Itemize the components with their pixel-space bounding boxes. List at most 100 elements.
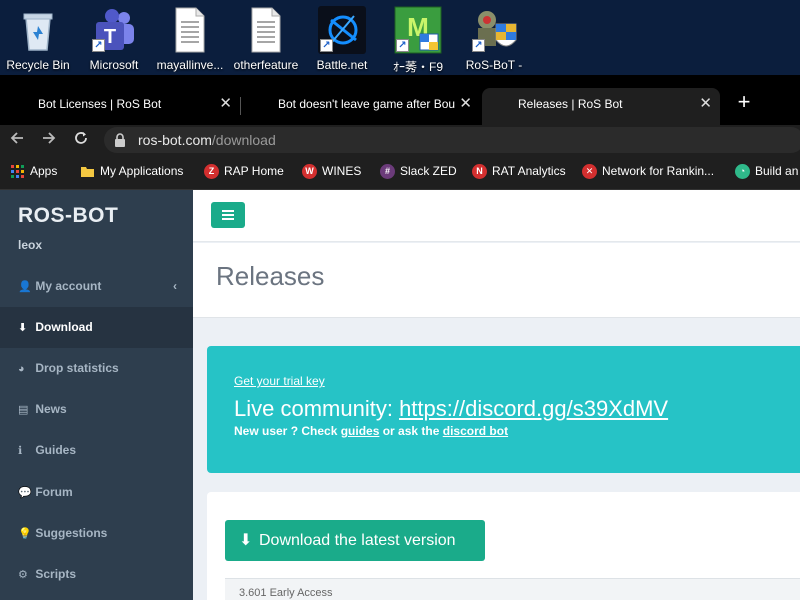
bookmark-my-applications[interactable]: My Applications bbox=[80, 155, 183, 187]
discord-bot-link[interactable]: discord bot bbox=[443, 424, 508, 438]
community-prefix: Live community: bbox=[234, 396, 400, 421]
url-text: ros-bot.com/download bbox=[138, 127, 276, 153]
sidebar-item-suggestions[interactable]: 💡 Suggestions bbox=[0, 513, 193, 554]
bookmark-label: RAP Home bbox=[224, 164, 284, 178]
shortcut-arrow-icon: ↗ bbox=[92, 39, 105, 52]
sidebar-item-label: News bbox=[35, 402, 67, 416]
sidebar-item-label: Guides bbox=[35, 443, 77, 457]
wines-icon: W bbox=[302, 164, 317, 179]
back-button[interactable] bbox=[6, 129, 28, 151]
desktop-icon-f9-app[interactable]: M ↗ ｵｰ莠・F9 bbox=[380, 6, 456, 74]
desktop-icon-recycle-bin[interactable]: Recycle Bin bbox=[0, 6, 76, 74]
new-tab-button[interactable]: + bbox=[734, 88, 754, 116]
rosbot-app-icon: ↗ bbox=[470, 6, 518, 54]
close-tab-icon[interactable]: ✕ bbox=[699, 88, 712, 120]
bookmark-apps[interactable]: Apps bbox=[10, 155, 57, 187]
desktop-icon-microsoft[interactable]: T ↗ Microsoft bbox=[76, 6, 152, 74]
address-bar-row: ros-bot.com/download bbox=[0, 125, 800, 155]
discord-invite-link[interactable]: https://discord.gg/s39XdMV bbox=[399, 396, 668, 421]
app-icon: M ↗ bbox=[394, 6, 442, 54]
hamburger-icon bbox=[222, 210, 234, 212]
slack-icon: # bbox=[380, 164, 395, 179]
reload-icon bbox=[75, 132, 87, 144]
desktop-icon-document-2[interactable]: otherfeature bbox=[228, 6, 304, 74]
network-icon: ✕ bbox=[582, 164, 597, 179]
bookmark-wines[interactable]: W WINES bbox=[302, 155, 361, 187]
page-title: Releases bbox=[216, 261, 325, 291]
sidebar-item-scripts[interactable]: ⚙ Scripts bbox=[0, 554, 193, 595]
desktop-icon-label: mayallinve... bbox=[156, 58, 224, 72]
recycle-bin-icon bbox=[14, 6, 62, 54]
desktop-icon-battlenet[interactable]: ↗ Battle.net bbox=[304, 6, 380, 74]
shortcut-arrow-icon: ↗ bbox=[472, 39, 485, 52]
live-community-text: Live community: https://discord.gg/s39Xd… bbox=[234, 396, 668, 422]
main-content: Releases Get your trial key Live communi… bbox=[193, 190, 800, 600]
new-user-text: New user ? Check guides or ask the disco… bbox=[234, 424, 508, 438]
reload-button[interactable] bbox=[70, 129, 92, 151]
page-header: Releases bbox=[193, 243, 800, 318]
bookmark-label: Network for Rankin... bbox=[602, 164, 715, 178]
rap-icon: Z bbox=[204, 164, 219, 179]
sidebar-item-news[interactable]: ▤ News bbox=[0, 389, 193, 430]
trial-key-link[interactable]: Get your trial key bbox=[234, 374, 325, 388]
sidebar-item-guides[interactable]: ℹ Guides bbox=[0, 430, 193, 471]
download-panel: ⬇ Download the latest version 3.601 Early… bbox=[207, 492, 800, 600]
chevron-left-icon: ‹ bbox=[173, 279, 177, 293]
sidebar: ROS-BOT leox 👤 My account ‹ ⬇ Download ◕… bbox=[0, 190, 193, 600]
tab-title: Bot doesn't leave game after Bou bbox=[278, 97, 456, 111]
browser-tab-strip: Bot Licenses | RoS Bot ✕ Bot doesn't lea… bbox=[0, 75, 800, 125]
version-text: 3.601 Early Access bbox=[239, 587, 333, 599]
desktop-icon-label: RoS-BoT - bbox=[465, 58, 523, 72]
newuser-middle: or ask the bbox=[379, 424, 443, 438]
tab-releases[interactable]: Releases | RoS Bot ✕ bbox=[482, 88, 720, 125]
sidebar-item-label: Suggestions bbox=[35, 526, 108, 540]
download-latest-button[interactable]: ⬇ Download the latest version bbox=[225, 520, 485, 561]
guides-link[interactable]: guides bbox=[341, 424, 380, 438]
sidebar-item-label: Scripts bbox=[35, 567, 77, 581]
brand-logo[interactable]: ROS-BOT bbox=[18, 204, 118, 228]
bookmark-build-an[interactable]: ◔ Build an bbox=[735, 155, 798, 187]
tab-bot-doesnt-leave[interactable]: Bot doesn't leave game after Bou ✕ bbox=[240, 88, 480, 125]
comments-icon: 💬 bbox=[18, 487, 32, 499]
url-bar[interactable]: ros-bot.com/download bbox=[104, 127, 800, 153]
sidebar-item-label: Forum bbox=[35, 485, 73, 499]
sidebar-item-my-account[interactable]: 👤 My account ‹ bbox=[0, 266, 193, 307]
desktop-icon-strip: Recycle Bin T ↗ Microsoft mayallinve... bbox=[0, 0, 800, 75]
bookmark-label: Apps bbox=[30, 164, 58, 178]
gears-icon: ⚙ bbox=[18, 569, 28, 581]
url-domain: ros-bot.com bbox=[138, 132, 212, 148]
bookmark-rat-analytics[interactable]: N RAT Analytics bbox=[472, 155, 566, 187]
close-tab-icon[interactable]: ✕ bbox=[459, 88, 472, 120]
bookmark-slack-zed[interactable]: # Slack ZED bbox=[380, 155, 457, 187]
desktop-icon-label: Battle.net bbox=[316, 58, 368, 72]
newspaper-icon: ▤ bbox=[18, 404, 29, 416]
document-icon bbox=[166, 6, 214, 54]
bookmark-rap-home[interactable]: Z RAP Home bbox=[204, 155, 284, 187]
sidebar-item-drop-statistics[interactable]: ◕ Drop statistics bbox=[0, 348, 193, 389]
tab-title: Releases | RoS Bot bbox=[518, 97, 623, 111]
battlenet-icon: ↗ bbox=[318, 6, 366, 54]
lock-icon bbox=[115, 133, 125, 147]
sidebar-item-forum[interactable]: 💬 Forum bbox=[0, 472, 193, 513]
lightbulb-icon: 💡 bbox=[18, 528, 32, 540]
bookmark-label: RAT Analytics bbox=[492, 164, 566, 178]
tab-title: Bot Licenses | RoS Bot bbox=[38, 97, 162, 111]
close-tab-icon[interactable]: ✕ bbox=[219, 88, 232, 120]
desktop-icon-rosbot[interactable]: ↗ RoS-BoT - bbox=[456, 6, 532, 74]
download-icon: ⬇ bbox=[18, 322, 28, 334]
desktop-icon-document-1[interactable]: mayallinve... bbox=[152, 6, 228, 74]
arrow-left-icon bbox=[10, 132, 23, 144]
desktop-icon-label: otherfeature bbox=[233, 58, 299, 72]
forward-button[interactable] bbox=[38, 129, 60, 151]
info-icon: ℹ bbox=[18, 445, 23, 457]
bookmark-network-for-ranking[interactable]: ✕ Network for Rankin... bbox=[582, 155, 714, 187]
download-button-label: Download the latest version bbox=[259, 532, 456, 549]
top-navbar bbox=[193, 190, 800, 242]
tab-bot-licenses[interactable]: Bot Licenses | RoS Bot ✕ bbox=[0, 88, 240, 125]
bookmark-label: WINES bbox=[322, 164, 362, 178]
sidebar-toggle-button[interactable] bbox=[211, 202, 245, 228]
teams-icon: T ↗ bbox=[90, 6, 138, 54]
download-icon: ⬇ bbox=[239, 532, 253, 549]
sidebar-item-download[interactable]: ⬇ Download bbox=[0, 307, 193, 348]
user-icon: 👤 bbox=[18, 281, 32, 293]
